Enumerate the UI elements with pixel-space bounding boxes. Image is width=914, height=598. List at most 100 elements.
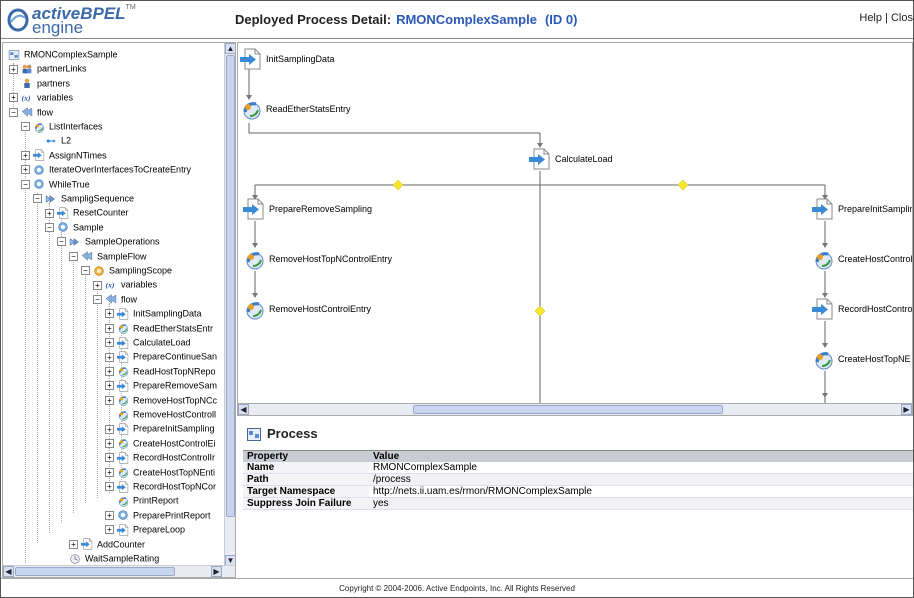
tree-node[interactable]: + AddCounter — [69, 537, 145, 551]
expand-toggle-icon[interactable]: + — [105, 438, 114, 448]
collapse-toggle-icon[interactable]: − — [9, 107, 18, 117]
expand-toggle-icon[interactable]: + — [105, 338, 114, 348]
collapse-toggle-icon[interactable]: − — [21, 179, 30, 189]
collapse-toggle-icon[interactable]: − — [45, 222, 54, 232]
tree-node-label: PrepareInitSampling — [133, 424, 215, 435]
tree-node[interactable]: − SampligSequence — [33, 191, 134, 205]
tree-node[interactable]: WaitSampleRating — [57, 551, 159, 565]
help-link[interactable]: Help — [859, 12, 882, 24]
tree-node[interactable]: L2 — [33, 133, 71, 147]
expand-toggle-icon[interactable]: + — [105, 424, 114, 434]
tree-node[interactable]: − SamplingScope — [81, 263, 172, 277]
expand-toggle-icon[interactable]: + — [69, 539, 78, 549]
tree-node[interactable]: RMONComplexSample — [7, 47, 118, 61]
tree-node[interactable]: − flow — [9, 105, 53, 119]
footer-copyright: Copyright © 2004-2006. Active Endpoints,… — [1, 578, 913, 597]
assign-icon — [116, 308, 130, 320]
expand-toggle-icon[interactable]: + — [9, 64, 18, 74]
tree-node[interactable]: − WhileTrue — [21, 177, 90, 191]
scroll-right-button[interactable]: ▶ — [901, 404, 912, 415]
expand-toggle-icon[interactable]: + — [21, 165, 30, 175]
tree-horizontal-scrollbar[interactable]: ◀ ▶ — [3, 565, 235, 577]
expand-toggle-icon[interactable]: + — [105, 366, 114, 376]
while-icon — [32, 178, 46, 190]
tree-node-label: RecordHostControlIr — [133, 452, 216, 463]
invoke-icon — [812, 248, 834, 270]
tree-node[interactable]: RemoveHostControll — [105, 407, 216, 421]
tree-node[interactable]: + (x) variables — [93, 277, 157, 291]
collapse-toggle-icon[interactable]: − — [57, 237, 66, 247]
diagram-hscroll-thumb[interactable] — [413, 405, 723, 414]
tree-node[interactable]: + PrepareRemoveSam — [105, 378, 217, 392]
tree-node[interactable]: − ListInterfaces — [21, 119, 103, 133]
tree-node[interactable]: + RemoveHostTopNCc — [105, 393, 217, 407]
expand-toggle-icon[interactable]: + — [21, 150, 30, 160]
tree-node[interactable]: − Sample — [45, 220, 104, 234]
diagram-horizontal-scrollbar[interactable]: ◀ ▶ — [237, 403, 913, 416]
close-link[interactable]: Clos — [891, 12, 913, 24]
collapse-toggle-icon[interactable]: − — [33, 194, 42, 204]
diagram-activity-label: ReadEtherStatsEntry — [266, 104, 351, 114]
expand-toggle-icon[interactable]: + — [105, 381, 114, 391]
tree-node[interactable]: + PrepareContinueSan — [105, 349, 217, 363]
tree-node[interactable]: − SampleFlow — [69, 249, 147, 263]
tree-node-label: RemoveHostTopNCc — [133, 395, 218, 406]
tree-node[interactable]: − SampleOperations — [57, 234, 160, 248]
tree-node-label: SampleOperations — [85, 236, 160, 247]
tree-node[interactable]: + PreparePrintReport — [105, 508, 211, 522]
logo-engine-text: engine — [32, 18, 84, 37]
collapse-toggle-icon[interactable]: − — [69, 251, 78, 261]
expand-toggle-icon[interactable]: + — [105, 482, 114, 492]
tree-guide-line — [73, 258, 74, 513]
tree-node[interactable]: + AssignNTimes — [21, 148, 107, 162]
tree-node[interactable]: + CalculateLoad — [105, 335, 191, 349]
tree-node-label: PrepareContinueSan — [133, 352, 218, 363]
scroll-up-button[interactable]: ▲ — [225, 43, 235, 54]
tree-node[interactable]: + RecordHostTopNCor — [105, 479, 216, 493]
expand-toggle-icon[interactable]: + — [105, 352, 114, 362]
collapse-toggle-icon[interactable]: − — [93, 294, 102, 304]
expand-toggle-icon[interactable]: + — [105, 309, 114, 319]
assign-icon — [80, 538, 94, 550]
tree-guide-line — [85, 273, 86, 503]
expand-toggle-icon[interactable]: + — [105, 510, 114, 520]
tree-node[interactable]: − flow — [93, 292, 137, 306]
tree-node[interactable]: + partnerLinks — [9, 61, 87, 75]
tree-node-label: flow — [37, 107, 54, 118]
expand-toggle-icon[interactable]: + — [45, 208, 54, 218]
expand-toggle-icon[interactable]: + — [105, 453, 114, 463]
tree-node[interactable]: + CreateHostTopNEnti — [105, 465, 215, 479]
scroll-left-button[interactable]: ◀ — [238, 404, 249, 415]
tree-hscroll-thumb[interactable] — [15, 567, 175, 576]
tree-node[interactable]: + InitSamplingData — [105, 306, 202, 320]
tree-node[interactable]: + ReadHostTopNRepo — [105, 364, 216, 378]
tree-node[interactable]: + ReadEtherStatsEntr — [105, 321, 213, 335]
tree-node[interactable]: + IterateOverInterfacesToCreateEntry — [21, 162, 191, 176]
property-value: http://nets.ii.uam.es/rmon/RMONComplexSa… — [369, 485, 913, 498]
partnerlinks-icon — [20, 63, 34, 75]
scroll-right-button[interactable]: ▶ — [211, 566, 222, 577]
collapse-toggle-icon[interactable]: − — [81, 266, 90, 276]
expand-toggle-icon[interactable]: + — [105, 525, 114, 535]
tree-node[interactable]: + PrepareLoop — [105, 522, 185, 536]
collapse-toggle-icon[interactable]: − — [21, 122, 30, 132]
tree-vscroll-thumb[interactable] — [226, 55, 235, 517]
tree-node[interactable]: + PrepareInitSampling — [105, 421, 215, 435]
expand-toggle-icon[interactable]: + — [105, 467, 114, 477]
assign-icon — [116, 480, 130, 493]
tree-node[interactable]: + ResetCounter — [45, 205, 129, 219]
tree-node[interactable]: + CreateHostControlEi — [105, 436, 216, 450]
expand-toggle-icon[interactable]: + — [93, 280, 102, 290]
property-key: Target Namespace — [243, 485, 369, 498]
tree-node[interactable]: + RecordHostControlIr — [105, 450, 215, 464]
tree-node[interactable]: PrintReport — [105, 493, 179, 507]
scroll-left-button[interactable]: ◀ — [3, 566, 14, 577]
tree-vertical-scrollbar[interactable]: ▲ ▼ — [224, 43, 235, 566]
expand-toggle-icon[interactable]: + — [105, 395, 114, 405]
invoke-icon — [116, 409, 130, 421]
property-value: RMONComplexSample — [369, 462, 913, 474]
tree-node[interactable]: + (x) variables — [9, 90, 73, 104]
expand-toggle-icon[interactable]: + — [9, 93, 18, 103]
tree-node[interactable]: partners — [9, 76, 70, 90]
expand-toggle-icon[interactable]: + — [105, 323, 114, 333]
